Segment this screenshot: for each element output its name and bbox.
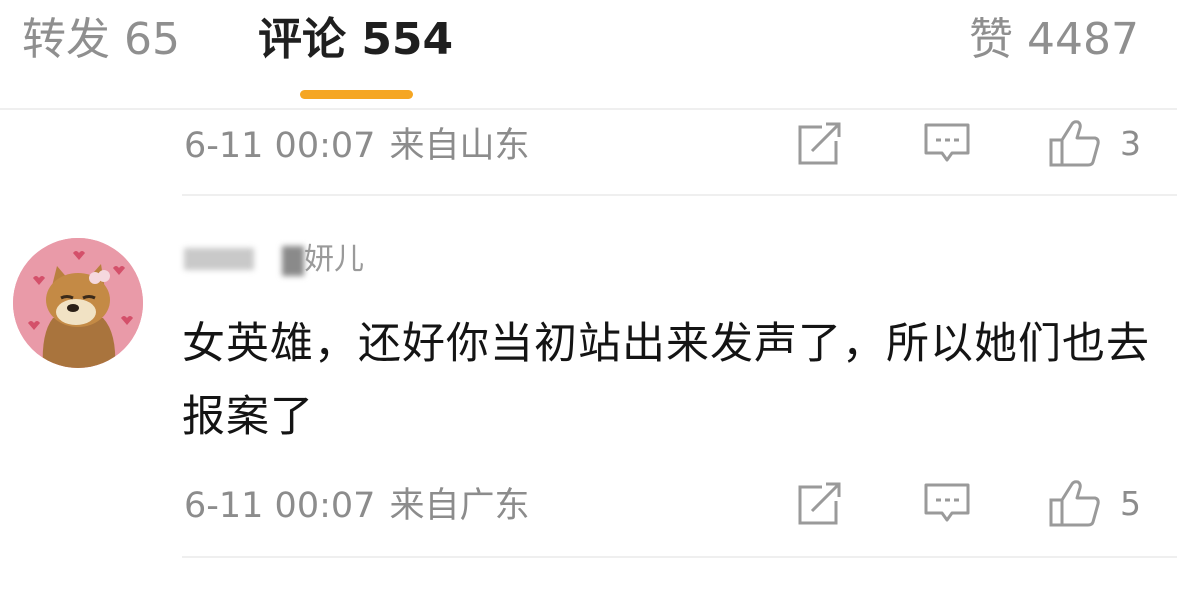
comment-icon [924,483,970,522]
username-text: 妍儿 [304,242,364,277]
comment-location: 来自山东 [389,126,530,166]
blurred-username-part [184,248,254,270]
weibo-comments-page: 转发 65 评论 554 赞 4487 6-11 00:07 来自山东 3 妍儿… [0,0,1177,593]
active-tab-indicator [300,90,413,99]
tab-bar: 转发 65 评论 554 赞 4487 [0,0,1177,108]
comment-meta: 6-11 00:07 来自广东 [184,484,529,528]
comment-meta-row: 6-11 00:07 来自广东 5 [0,478,1177,534]
tab-repost[interactable]: 转发 65 [22,12,180,68]
comment-divider [182,194,1177,196]
like-button[interactable]: 5 [1048,478,1141,528]
comment-time: 6-11 00:07 [184,486,376,526]
comment-icon [924,123,970,162]
blurred-username-part [282,246,304,276]
tab-bar-divider [0,108,1177,110]
comment-meta: 6-11 00:07 来自山东 [184,124,529,168]
shiba-dog-avatar-image [13,238,143,368]
share-button[interactable] [796,478,844,528]
avatar[interactable] [13,238,143,368]
like-count: 5 [1120,483,1141,523]
comment-text: 女英雄，还好你当初站出来发声了，所以她们也去报案了 [182,319,1150,442]
thumbs-up-icon [1049,120,1100,167]
tab-like[interactable]: 赞 4487 [969,12,1139,68]
reply-button[interactable] [922,118,972,168]
username[interactable]: 妍儿 [184,240,414,280]
thumbs-up-icon [1049,480,1100,527]
comment-time: 6-11 00:07 [184,126,376,166]
comment-divider [182,556,1177,558]
tab-comment[interactable]: 评论 554 [258,12,453,68]
reply-button[interactable] [922,478,972,528]
share-icon [798,121,842,165]
like-button[interactable]: 3 [1048,118,1141,168]
comment-meta-row: 6-11 00:07 来自山东 3 [0,118,1177,174]
comment-location: 来自广东 [389,486,530,526]
share-icon [798,481,842,525]
share-button[interactable] [796,118,844,168]
like-count: 3 [1120,123,1141,163]
